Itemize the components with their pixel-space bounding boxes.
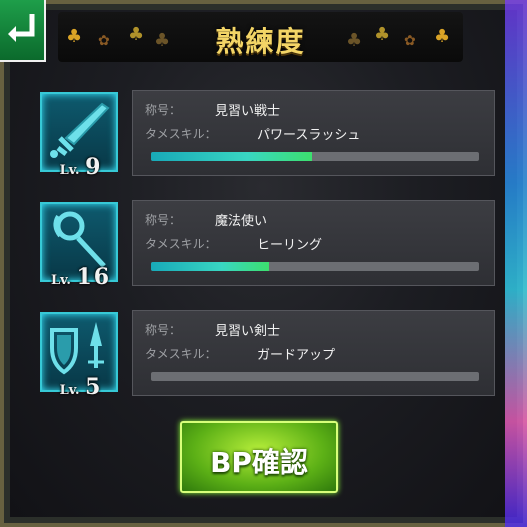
title-label: 称号： [145,213,182,227]
skill-value: パワースラッシュ [257,128,361,143]
level-display: Lv. 5 [46,374,116,400]
level-prefix: Lv. [50,273,71,288]
level-prefix: Lv. [59,383,80,398]
level-number: 5 [85,374,103,400]
job-icon-box[interactable]: Lv. 16 [40,202,118,290]
skill-value: ガードアップ [257,348,336,363]
job-icon-box[interactable]: Lv. 9 [40,92,118,180]
title-bar: ♣ ✿ ♣ ♣ ♣ ♣ ✿ ♣ 熟練度 [58,12,463,62]
proficiency-row[interactable]: Lv. 16 称号： 魔法使い タメスキル： ヒーリング [40,200,495,290]
info-panel: 称号： 見習い剣士 タメスキル： ガードアップ [132,310,495,396]
level-number: 16 [76,264,112,290]
proficiency-row[interactable]: Lv. 9 称号： 見習い戦士 タメスキル： パワースラッシュ [40,90,495,180]
decorative-glow-edge [505,0,527,527]
bp-check-button[interactable]: BP確認 [180,421,338,493]
info-panel: 称号： 魔法使い タメスキル： ヒーリング [132,200,495,286]
back-button[interactable] [0,0,46,62]
progress-bar [151,372,479,381]
title-label: 称号： [145,103,182,117]
skill-label: タメスキル： [145,127,217,141]
info-panel: 称号： 見習い戦士 タメスキル： パワースラッシュ [132,90,495,176]
title-value: 見習い剣士 [215,324,281,339]
progress-bar-fill [151,262,270,271]
skill-label: タメスキル： [145,347,217,361]
shield-and-dagger-icon [50,322,104,375]
title-value: 見習い戦士 [215,104,281,119]
job-icon-box[interactable]: Lv. 5 [40,312,118,400]
skill-label: タメスキル： [145,237,217,251]
progress-bar [151,152,479,161]
skill-value: ヒーリング [257,238,323,253]
page-title: 熟練度 [215,25,306,58]
bp-check-label: BP確認 [210,446,308,479]
back-arrow-icon [8,14,35,42]
progress-bar [151,262,479,271]
level-number: 9 [85,154,103,180]
level-prefix: Lv. [59,163,80,178]
level-display: Lv. 16 [46,264,116,290]
proficiency-row[interactable]: Lv. 5 称号： 見習い剣士 タメスキル： ガードアップ [40,310,495,400]
progress-bar-fill [151,152,312,161]
title-value: 魔法使い [215,214,268,229]
title-label: 称号： [145,323,182,337]
sword-icon [50,102,110,158]
staff-icon [53,211,106,268]
level-display: Lv. 9 [46,154,116,180]
